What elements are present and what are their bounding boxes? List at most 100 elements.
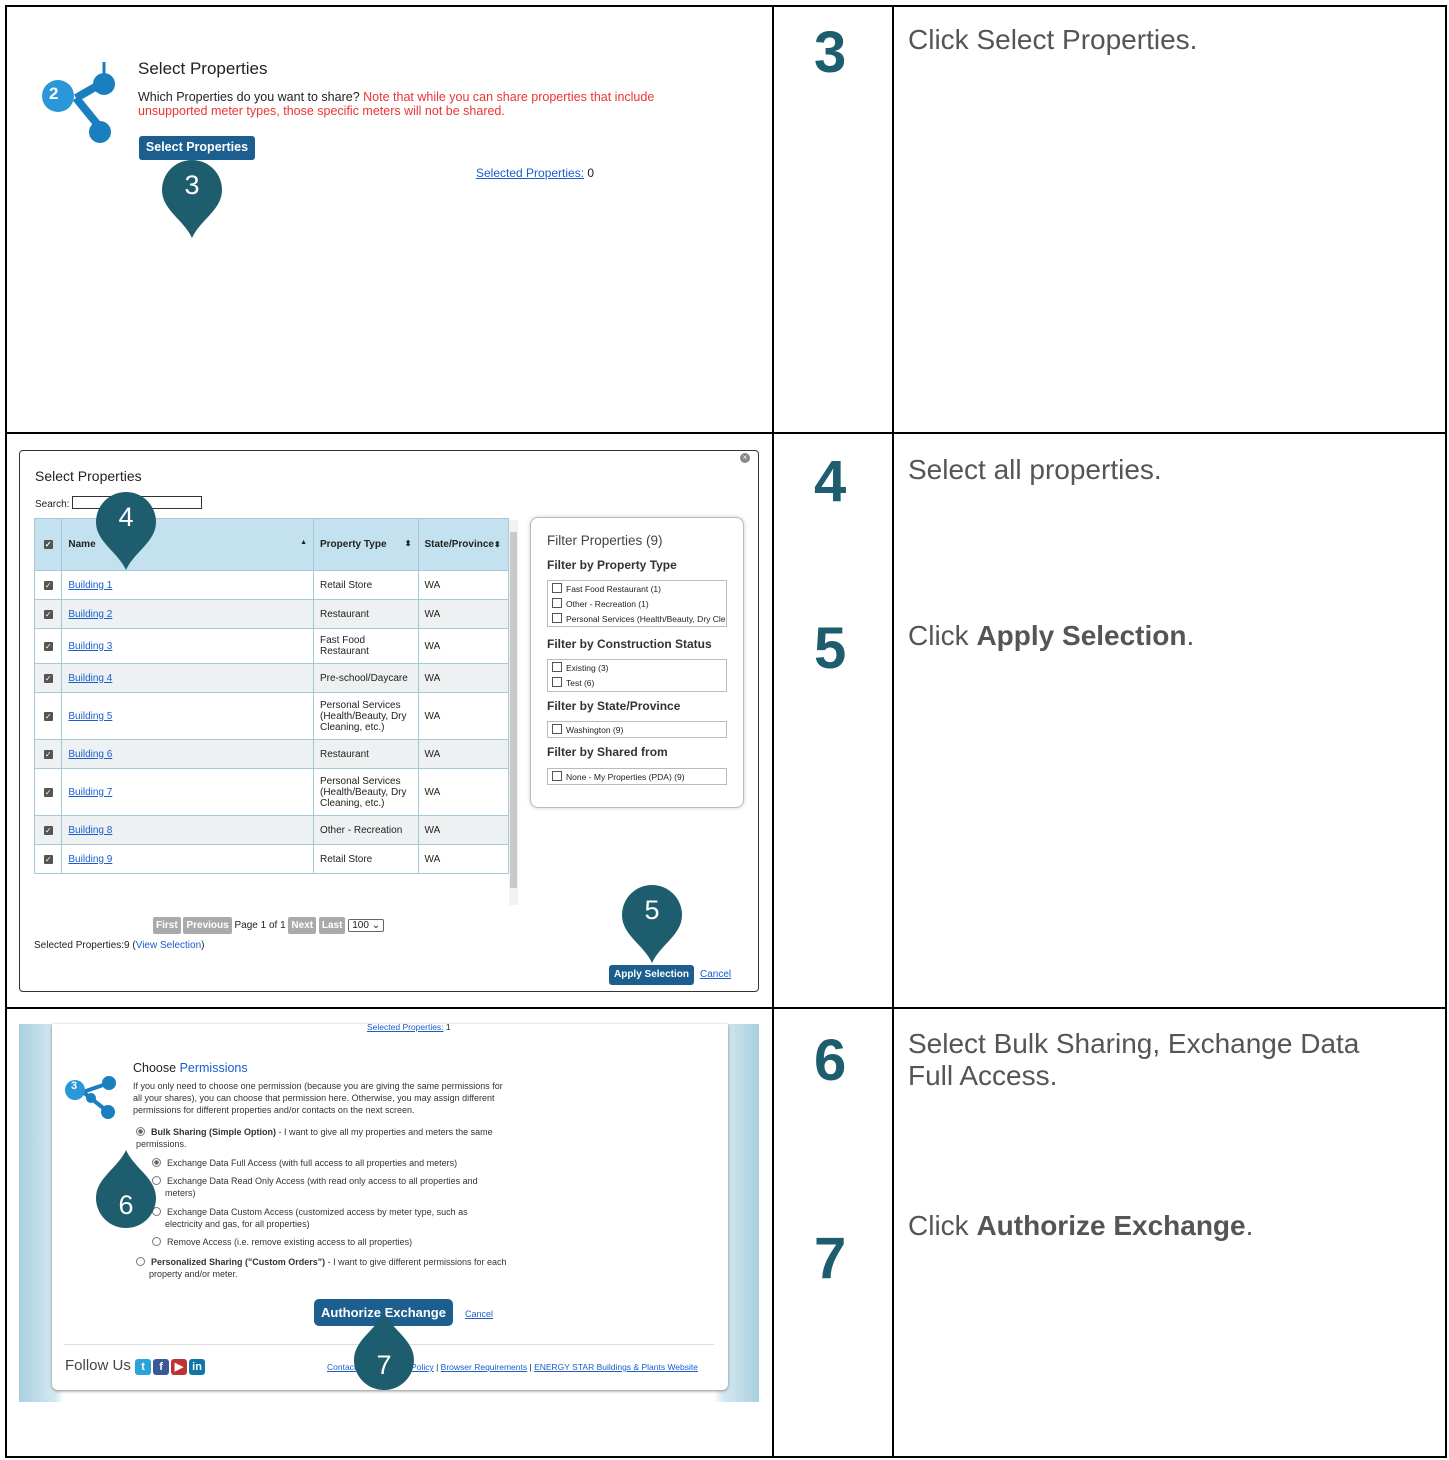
filter-state-heading: Filter by State/Province	[547, 699, 681, 713]
remove-access-option[interactable]: Remove Access (i.e. remove existing acce…	[152, 1236, 497, 1248]
building-link[interactable]: Building 8	[68, 825, 112, 836]
filter-option[interactable]: Existing (3)	[552, 661, 722, 676]
filter-option[interactable]: Washington (9)	[552, 723, 722, 737]
table-row: ✓ Building 8 Other - Recreation WA	[33, 815, 509, 845]
linkedin-icon[interactable]: in	[189, 1359, 206, 1375]
callout-pin-4: 4	[96, 492, 156, 570]
bulk-sharing-radio[interactable]	[136, 1127, 145, 1136]
column-state[interactable]: State/Province⬍	[417, 518, 509, 571]
section-description: Which Properties do you want to share? N…	[138, 90, 655, 118]
table-row: ✓ Building 9 Retail Store WA	[33, 844, 509, 874]
youtube-icon[interactable]: ▶	[171, 1359, 188, 1375]
full-access-option[interactable]: Exchange Data Full Access (with full acc…	[152, 1157, 502, 1169]
building-link[interactable]: Building 9	[68, 854, 112, 865]
step-number-5: 5	[814, 616, 847, 681]
cancel-link[interactable]: Cancel	[465, 1309, 493, 1319]
state-cell: WA	[417, 768, 509, 816]
building-link[interactable]: Building 6	[68, 749, 112, 760]
table-row: ✓ Building 4 Pre-school/Daycare WA	[33, 663, 509, 693]
callout-pin-6: 6	[96, 1150, 156, 1228]
next-page-button[interactable]: Next	[288, 917, 317, 934]
footer-link-energy-star[interactable]: ENERGY STAR Buildings & Plants Website	[534, 1362, 698, 1372]
choose-permissions-title: Choose Permissions	[133, 1061, 248, 1075]
first-page-button[interactable]: First	[153, 917, 181, 934]
callout-pin-3: 3	[162, 160, 222, 238]
permissions-icon: 3	[65, 1074, 125, 1124]
building-link[interactable]: Building 3	[68, 641, 112, 652]
filter-option[interactable]: Test (6)	[552, 676, 722, 691]
table-row: ✓ Building 3 Fast Food Restaurant WA	[33, 628, 509, 664]
row-checkbox[interactable]: ✓	[43, 854, 53, 864]
section-title: Select Properties	[138, 59, 268, 78]
row-checkbox[interactable]: ✓	[43, 749, 53, 759]
step-number-3: 3	[814, 20, 847, 85]
twitter-icon[interactable]: t	[135, 1359, 152, 1375]
personalized-sharing-option[interactable]: Personalized Sharing ("Custom Orders") -…	[136, 1256, 514, 1280]
column-divider-2	[892, 5, 894, 1458]
filter-option[interactable]: Personal Services (Health/Beauty, Dry Cl…	[552, 612, 726, 626]
row-checkbox[interactable]: ✓	[43, 787, 53, 797]
footer-link-contact[interactable]: Contact	[327, 1362, 356, 1372]
per-page-select[interactable]: 100 ⌄	[348, 919, 385, 932]
filter-type-heading: Filter by Property Type	[547, 558, 677, 572]
row-checkbox[interactable]: ✓	[43, 580, 53, 590]
custom-access-option[interactable]: Exchange Data Custom Access (customized …	[152, 1206, 505, 1230]
select-all-checkbox[interactable]: ✓	[43, 540, 53, 549]
close-icon[interactable]: ×	[740, 453, 750, 463]
footer-link-policy[interactable]: Policy	[411, 1362, 434, 1372]
filter-option[interactable]: None - My Properties (PDA) (9)	[552, 770, 722, 784]
selected-properties-top: Selected Properties: 1	[367, 1022, 451, 1032]
column-property-type[interactable]: Property Type ⬍	[313, 518, 419, 571]
search-label: Search:	[35, 499, 70, 510]
filter-shared-list: None - My Properties (PDA) (9)	[547, 768, 727, 785]
pager: First Previous Page 1 of 1 Next Last 100…	[153, 917, 385, 934]
selected-properties-count: Selected Properties: 0	[476, 166, 595, 180]
row-checkbox[interactable]: ✓	[43, 609, 53, 619]
step-number-7: 7	[814, 1226, 847, 1291]
table-row: ✓ Building 2 Restaurant WA	[33, 599, 509, 629]
building-link[interactable]: Building 2	[68, 609, 112, 620]
read-only-option[interactable]: Exchange Data Read Only Access (with rea…	[152, 1175, 510, 1199]
table-row: ✓ Building 6 Restaurant WA	[33, 739, 509, 769]
view-selection-link[interactable]: View Selection	[136, 940, 201, 951]
building-link[interactable]: Building 5	[68, 711, 112, 722]
previous-page-button[interactable]: Previous	[183, 917, 232, 934]
select-properties-button[interactable]: Select Properties	[139, 136, 255, 160]
building-link[interactable]: Building 1	[68, 580, 112, 591]
state-cell: WA	[417, 739, 509, 769]
property-type-cell: Restaurant	[313, 739, 419, 769]
remove-access-radio[interactable]	[152, 1237, 161, 1246]
last-page-button[interactable]: Last	[318, 917, 346, 934]
apply-selection-button[interactable]: Apply Selection	[609, 965, 694, 985]
personalized-sharing-radio[interactable]	[136, 1257, 145, 1266]
callout-pin-7: 7	[354, 1312, 414, 1390]
column-divider-1	[772, 5, 774, 1458]
filter-status-heading: Filter by Construction Status	[547, 637, 712, 651]
row-checkbox[interactable]: ✓	[43, 641, 53, 651]
table-scrollbar[interactable]	[509, 520, 518, 905]
step-number-6: 6	[814, 1028, 847, 1093]
cancel-link[interactable]: Cancel	[700, 969, 731, 980]
step-number-4: 4	[814, 449, 847, 514]
selected-properties-link[interactable]: Selected Properties:	[476, 166, 584, 180]
row-checkbox[interactable]: ✓	[43, 825, 53, 835]
footer-link-browser[interactable]: Browser Requirements	[441, 1362, 527, 1372]
table-row: ✓ Building 1 Retail Store WA	[33, 570, 509, 600]
state-cell: WA	[417, 815, 509, 845]
facebook-icon[interactable]: f	[153, 1359, 170, 1375]
bulk-sharing-option[interactable]: Bulk Sharing (Simple Option) - I want to…	[136, 1126, 501, 1150]
row-checkbox[interactable]: ✓	[43, 673, 53, 683]
row-checkbox[interactable]: ✓	[43, 711, 53, 721]
property-type-cell: Pre-school/Daycare	[313, 663, 419, 693]
state-cell: WA	[417, 692, 509, 740]
building-link[interactable]: Building 7	[68, 787, 112, 798]
share-properties-icon: 2	[36, 60, 126, 150]
property-type-cell: Personal Services (Health/Beauty, Dry Cl…	[313, 692, 419, 740]
step-badge: 2	[49, 84, 59, 103]
filter-option[interactable]: Fast Food Restaurant (1)	[552, 582, 722, 597]
table-row: ✓ Building 5 Personal Services (Health/Bea…	[33, 692, 509, 740]
selected-properties-link[interactable]: Selected Properties:	[367, 1022, 444, 1032]
filter-option[interactable]: Other - Recreation (1)	[552, 597, 722, 612]
building-link[interactable]: Building 4	[68, 673, 112, 684]
property-type-cell: Restaurant	[313, 599, 419, 629]
